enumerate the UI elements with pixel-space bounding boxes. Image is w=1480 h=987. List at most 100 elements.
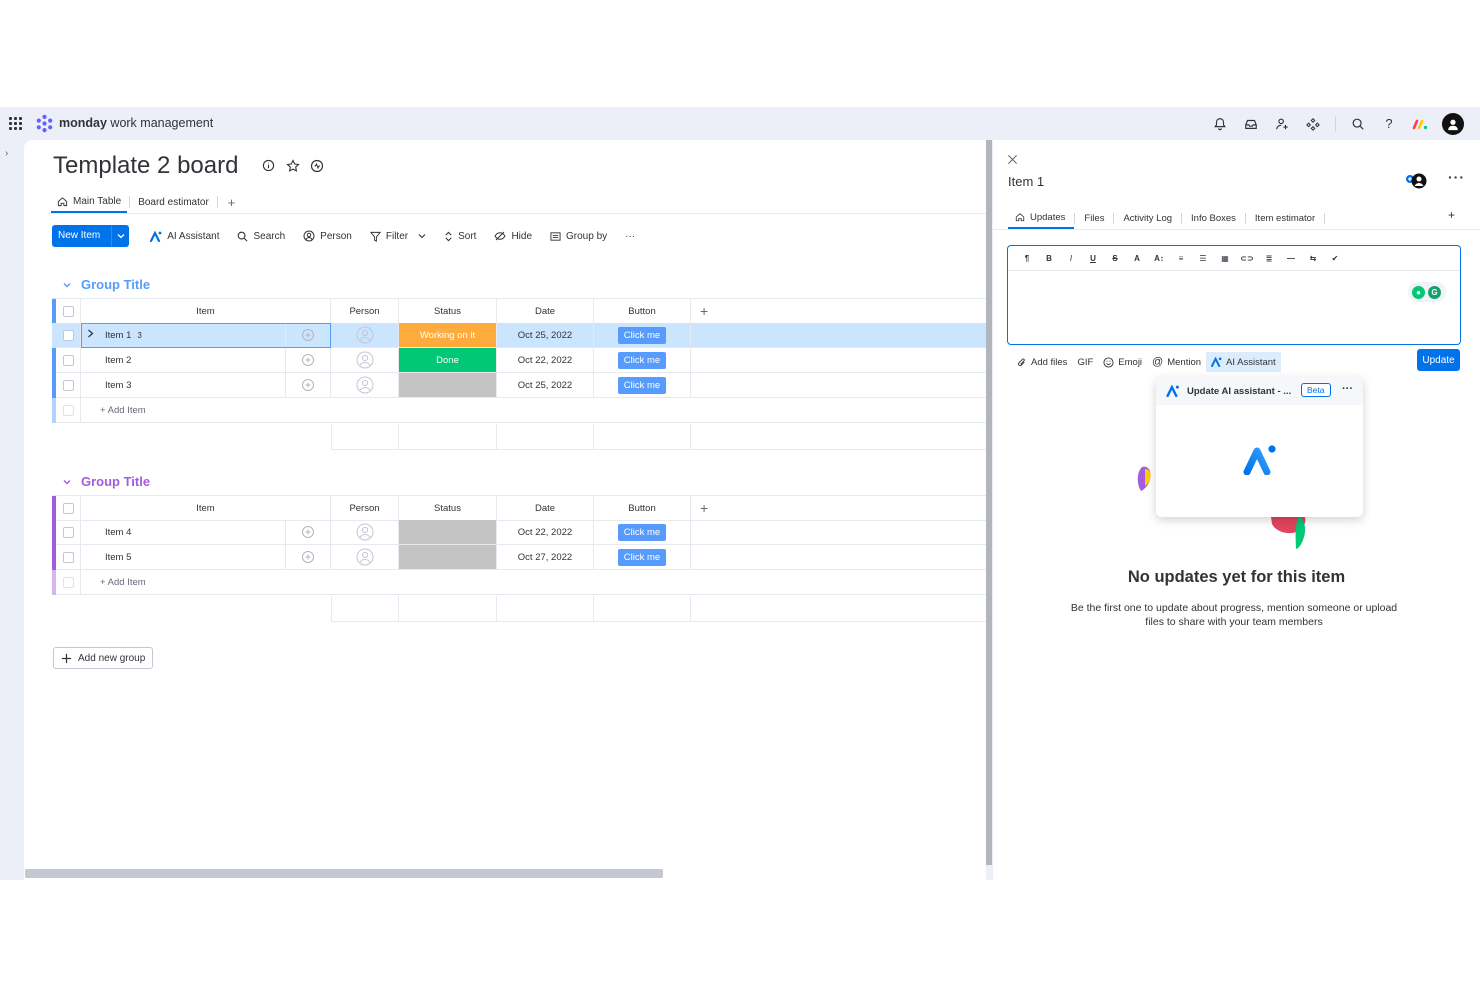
click-me-button[interactable]: Click me — [617, 523, 667, 541]
chevron-down-icon[interactable] — [62, 280, 72, 290]
more-actions-button[interactable]: ··· — [616, 231, 644, 242]
divider-line-icon[interactable]: — — [1280, 254, 1302, 263]
add-view-button[interactable]: + — [220, 195, 244, 210]
tab-item-estimator[interactable]: Item estimator — [1246, 207, 1324, 229]
checklist-icon[interactable]: ✔ — [1324, 254, 1346, 263]
mention-button[interactable]: @ Mention — [1147, 352, 1206, 372]
paragraph-icon[interactable]: ¶ — [1016, 254, 1038, 263]
board-title[interactable]: Template 2 board — [53, 152, 238, 180]
row-checkbox-cell[interactable] — [56, 373, 81, 398]
column-header-status[interactable]: Status — [399, 299, 497, 324]
invite-members-icon[interactable] — [1273, 115, 1291, 133]
tab-main-table[interactable]: Main Table — [51, 191, 128, 213]
item-name[interactable]: Item 3 — [105, 380, 131, 391]
user-avatar[interactable] — [1442, 112, 1464, 135]
date-cell[interactable]: Oct 27, 2022 — [497, 545, 594, 570]
add-files-button[interactable]: Add files — [1012, 352, 1072, 372]
table-icon[interactable]: ▦ — [1214, 254, 1236, 263]
column-header-item[interactable]: Item — [81, 299, 331, 324]
ai-assistant-button[interactable]: AI Assistant — [1206, 352, 1281, 372]
item-name-area[interactable]: Item 2 — [81, 348, 286, 372]
lightbulb-icon[interactable]: ● — [1412, 285, 1425, 299]
align-icon[interactable]: ≣ — [1258, 254, 1280, 263]
item-name-area[interactable]: Item 3 — [81, 373, 286, 397]
status-cell[interactable] — [399, 373, 497, 398]
column-header-person[interactable]: Person — [331, 496, 399, 521]
add-column-button[interactable]: + — [691, 299, 986, 324]
monday-logo-icon[interactable] — [1411, 115, 1429, 133]
vertical-scrollbar[interactable] — [986, 140, 992, 865]
add-tab-button[interactable]: + — [1448, 208, 1455, 222]
checkbox[interactable] — [62, 305, 74, 317]
add-new-group-button[interactable]: Add new group — [53, 647, 154, 669]
direction-icon[interactable]: ⇆ — [1302, 254, 1324, 263]
column-header-date[interactable]: Date — [497, 496, 594, 521]
table-row[interactable]: Item 3 Oct 25, 2022 Click me — [52, 373, 986, 398]
add-update-icon[interactable] — [286, 545, 330, 569]
person-cell[interactable] — [331, 323, 399, 348]
tab-updates[interactable]: Updates — [1008, 207, 1075, 229]
font-size-icon[interactable]: A↕ — [1148, 254, 1170, 263]
checkbox[interactable] — [62, 502, 74, 514]
item-name-area[interactable]: Item 5 — [81, 545, 286, 569]
bullet-list-icon[interactable]: ☰ — [1192, 254, 1214, 263]
table-row[interactable]: Item 2 Done Oct 22, 2022 Click me — [52, 348, 986, 373]
chevron-down-icon[interactable] — [62, 477, 72, 487]
column-header-date[interactable]: Date — [497, 299, 594, 324]
column-header-item[interactable]: Item — [81, 496, 331, 521]
chevron-down-icon[interactable] — [111, 225, 129, 247]
group-title[interactable]: Group Title — [81, 277, 150, 292]
add-update-icon[interactable] — [286, 348, 330, 372]
click-me-button[interactable]: Click me — [617, 351, 667, 369]
group-title[interactable]: Group Title — [81, 474, 150, 489]
status-cell[interactable]: Working on it — [399, 323, 497, 348]
add-update-icon[interactable] — [286, 520, 330, 544]
item-name[interactable]: Item 4 — [105, 527, 131, 538]
filter-button[interactable]: Filter — [361, 231, 435, 242]
row-checkbox-cell[interactable] — [56, 323, 81, 348]
ai-popup-more-button[interactable]: ··· — [1342, 383, 1353, 395]
group-by-button[interactable]: Group by — [541, 231, 616, 242]
add-item-input[interactable]: + Add Item — [81, 398, 986, 423]
add-update-icon[interactable] — [286, 323, 330, 347]
link-icon[interactable]: ⊂⊃ — [1236, 254, 1258, 263]
group-header[interactable]: Group Title — [62, 277, 150, 292]
item-title[interactable]: Item 1 — [1008, 174, 1044, 189]
item-cell[interactable]: Item 1 3 — [81, 323, 331, 348]
close-icon[interactable] — [1007, 154, 1019, 166]
subscribers-icon[interactable] — [1405, 172, 1427, 190]
checkbox[interactable] — [62, 354, 74, 366]
panel-more-button[interactable]: ··· — [1448, 169, 1465, 185]
person-cell[interactable] — [331, 520, 399, 545]
add-item-row[interactable]: + Add Item — [52, 570, 986, 595]
date-cell[interactable]: Oct 22, 2022 — [497, 348, 594, 373]
bell-icon[interactable] — [1211, 115, 1229, 133]
ai-assistant-button[interactable]: AI Assistant — [141, 230, 228, 242]
click-me-button[interactable]: Click me — [617, 326, 667, 344]
item-name-area[interactable]: Item 4 — [81, 520, 286, 544]
item-cell[interactable]: Item 3 — [81, 373, 331, 398]
sort-button[interactable]: Sort — [435, 231, 485, 242]
status-cell[interactable]: Done — [399, 348, 497, 373]
search-icon[interactable] — [1349, 115, 1367, 133]
table-row[interactable]: Item 4 Oct 22, 2022 Click me — [52, 520, 986, 545]
item-name[interactable]: Item 5 — [105, 552, 131, 563]
item-cell[interactable]: Item 5 — [81, 545, 331, 570]
person-cell[interactable] — [331, 373, 399, 398]
select-all-checkbox[interactable] — [56, 299, 81, 324]
text-color-icon[interactable]: A — [1126, 254, 1148, 263]
apps-icon[interactable] — [1304, 115, 1322, 133]
date-cell[interactable]: Oct 25, 2022 — [497, 323, 594, 348]
strikethrough-icon[interactable]: S — [1104, 254, 1126, 263]
inbox-icon[interactable] — [1242, 115, 1260, 133]
tab-board-estimator[interactable]: Board estimator — [132, 191, 215, 213]
checkbox[interactable] — [62, 379, 74, 391]
grammar-assistant[interactable]: ● G — [1408, 282, 1446, 302]
emoji-button[interactable]: Emoji — [1098, 352, 1147, 372]
checkbox[interactable] — [62, 551, 74, 563]
date-cell[interactable]: Oct 22, 2022 — [497, 520, 594, 545]
new-item-button[interactable]: New Item — [52, 225, 130, 247]
activity-icon[interactable] — [310, 159, 324, 173]
row-checkbox-cell[interactable] — [56, 348, 81, 373]
tab-info-boxes[interactable]: Info Boxes — [1182, 207, 1245, 229]
